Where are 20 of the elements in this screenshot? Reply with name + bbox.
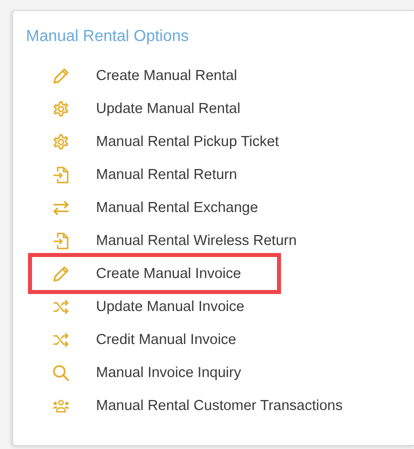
menu-item-label: Credit Manual Invoice — [96, 332, 236, 348]
menu-item-label: Create Manual Invoice — [96, 266, 242, 282]
menu-item-label: Manual Invoice Inquiry — [96, 364, 242, 380]
file-arrow-icon — [51, 164, 71, 184]
menu-item-label: Manual Rental Exchange — [96, 200, 258, 216]
panel-title: Manual Rental Options — [26, 27, 189, 47]
file-arrow-icon — [51, 230, 71, 250]
pencil-icon — [51, 264, 71, 284]
menu-item-label: Create Manual Rental — [96, 68, 238, 84]
highlighted-menu-item[interactable]: Create Manual Invoice — [28, 253, 281, 294]
pencil-icon — [51, 66, 71, 86]
menu-item-label: Update Manual Rental — [96, 100, 240, 116]
menu-item-label: Update Manual Invoice — [96, 298, 244, 314]
menu-item-label: Manual Rental Wireless Return — [96, 232, 297, 248]
gear-icon — [51, 132, 71, 152]
menu-item-label: Manual Rental Return — [96, 166, 238, 182]
menu-item-label: Manual Rental Pickup Ticket — [96, 134, 279, 150]
search-icon — [51, 362, 71, 382]
gear-icon — [51, 98, 71, 118]
menu-item-label: Manual Rental Customer Transactions — [96, 398, 343, 414]
